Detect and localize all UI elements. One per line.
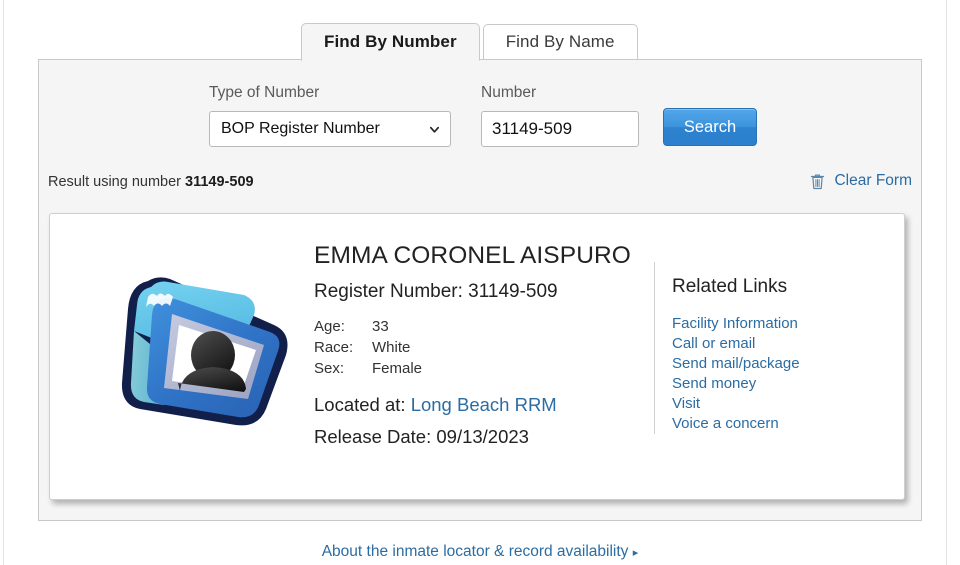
number-input[interactable] xyxy=(481,111,639,147)
tab-find-by-number[interactable]: Find By Number xyxy=(301,23,480,61)
search-panel: Type of Number BOP Register Number Numbe… xyxy=(38,59,922,521)
clear-form-label: Clear Form xyxy=(834,172,912,190)
caret-right-icon: ▸ xyxy=(633,547,639,559)
about-inmate-locator-link[interactable]: About the inmate locator & record availa… xyxy=(322,543,639,560)
inmate-location: Located at: Long Beach RRM xyxy=(314,394,644,416)
inmate-release-date: Release Date: 09/13/2023 xyxy=(314,426,644,448)
page-gutter-right xyxy=(946,0,947,565)
located-at-label: Located at: xyxy=(314,394,406,415)
number-field: Number xyxy=(481,84,639,147)
tab-find-by-number-label: Find By Number xyxy=(324,32,457,52)
attribute-row-sex: Sex: Female xyxy=(314,359,422,380)
inmate-attributes: Age: 33 Race: White Sex: Female xyxy=(314,317,644,380)
inmate-info: EMMA CORONEL AISPURO Register Number: 31… xyxy=(314,240,644,458)
trash-icon xyxy=(810,173,825,190)
attribute-key-sex: Sex: xyxy=(314,359,372,380)
inmate-name: EMMA CORONEL AISPURO xyxy=(314,240,644,271)
related-links-title: Related Links xyxy=(672,276,800,298)
inmate-result-card: EMMA CORONEL AISPURO Register Number: 31… xyxy=(49,213,905,500)
page-gutter-left xyxy=(3,0,4,565)
list-item: Visit xyxy=(672,394,800,414)
inmate-photo-placeholder-icon xyxy=(118,259,293,431)
related-link-visit[interactable]: Visit xyxy=(672,395,700,412)
list-item: Send money xyxy=(672,374,800,394)
tab-find-by-name-label: Find By Name xyxy=(506,32,615,52)
tab-find-by-name[interactable]: Find By Name xyxy=(483,24,638,60)
result-summary-prefix: Result using number xyxy=(48,174,181,190)
related-links-section: Related Links Facility Information Call … xyxy=(672,276,800,434)
attribute-key-age: Age: xyxy=(314,317,372,338)
related-link-send-money[interactable]: Send money xyxy=(672,375,756,392)
attribute-row-age: Age: 33 xyxy=(314,317,422,338)
card-divider xyxy=(654,262,655,434)
search-form: Type of Number BOP Register Number Numbe… xyxy=(209,84,757,147)
list-item: Facility Information xyxy=(672,314,800,334)
register-number-value: 31149-509 xyxy=(468,281,557,302)
related-link-send-mail-package[interactable]: Send mail/package xyxy=(672,355,800,372)
attribute-row-race: Race: White xyxy=(314,338,422,359)
related-link-call-or-email[interactable]: Call or email xyxy=(672,335,755,352)
chevron-down-icon xyxy=(429,124,440,135)
attribute-value-age: 33 xyxy=(372,317,422,338)
page-root: Find By Number Find By Name Type of Numb… xyxy=(0,0,960,565)
list-item: Call or email xyxy=(672,334,800,354)
clear-form-control[interactable]: Clear Form xyxy=(810,172,912,190)
attribute-value-sex: Female xyxy=(372,359,422,380)
result-summary-number: 31149-509 xyxy=(185,174,254,190)
inmate-register-number: Register Number: 31149-509 xyxy=(314,281,644,303)
related-link-facility-information[interactable]: Facility Information xyxy=(672,315,798,332)
tab-bar: Find By Number Find By Name xyxy=(301,12,641,60)
number-label: Number xyxy=(481,84,639,102)
list-item: Voice a concern xyxy=(672,414,800,434)
list-item: Send mail/package xyxy=(672,354,800,374)
release-date-label: Release Date: xyxy=(314,426,431,447)
type-of-number-field: Type of Number BOP Register Number xyxy=(209,84,451,147)
attribute-key-race: Race: xyxy=(314,338,372,359)
type-of-number-selected-value: BOP Register Number xyxy=(221,120,380,138)
about-footer: About the inmate locator & record availa… xyxy=(0,543,960,561)
register-number-label: Register Number: xyxy=(314,281,463,302)
about-inmate-locator-label: About the inmate locator & record availa… xyxy=(322,543,629,560)
type-of-number-select[interactable]: BOP Register Number xyxy=(209,111,451,147)
search-button[interactable]: Search xyxy=(663,108,757,146)
result-summary: Result using number 31149-509 xyxy=(48,174,254,190)
facility-link[interactable]: Long Beach RRM xyxy=(411,394,557,415)
attribute-value-race: White xyxy=(372,338,422,359)
related-link-voice-a-concern[interactable]: Voice a concern xyxy=(672,415,779,432)
related-links-list: Facility Information Call or email Send … xyxy=(672,314,800,434)
type-of-number-label: Type of Number xyxy=(209,84,451,102)
release-date-value: 09/13/2023 xyxy=(436,426,529,447)
